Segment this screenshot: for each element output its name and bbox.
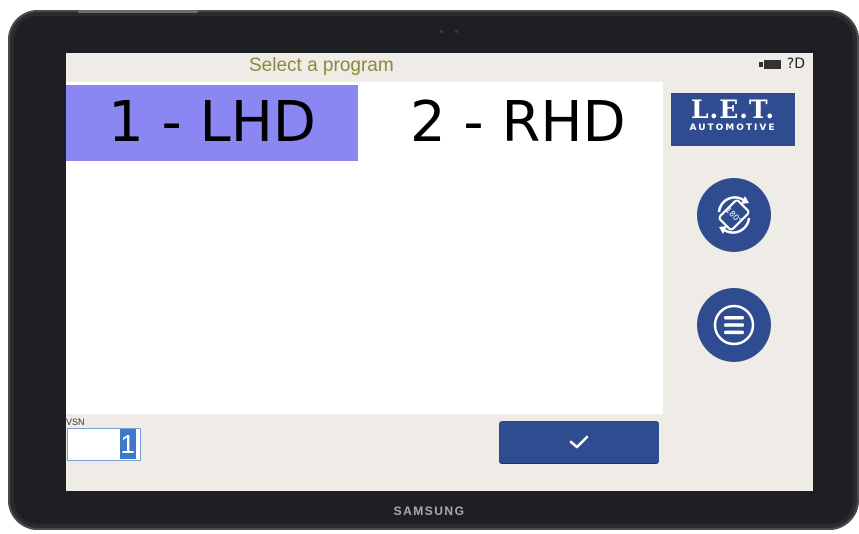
page-title: Select a program <box>249 55 394 76</box>
logo-main-text: L.E.T. <box>690 95 776 124</box>
front-camera <box>455 30 458 33</box>
company-logo: L.E.T. AUTOMOTIVE <box>671 93 795 146</box>
vsn-input[interactable]: 1 <box>67 428 141 461</box>
status-text: ?D <box>786 56 805 72</box>
device-brand: SAMSUNG <box>393 504 466 518</box>
menu-button[interactable] <box>697 288 771 362</box>
status-bar: ?D <box>758 56 805 72</box>
hamburger-menu-icon <box>713 304 755 346</box>
rotate-180-button[interactable]: 180° <box>697 178 771 252</box>
app-screen: Select a program ?D 1 - LHD 2 - RHD L.E.… <box>66 53 813 491</box>
rotate-180-icon: 180° <box>717 196 751 234</box>
battery-icon <box>758 59 781 69</box>
vsn-value: 1 <box>119 429 136 459</box>
check-icon <box>569 435 589 449</box>
vsn-label: VSN <box>66 417 85 427</box>
power-button <box>78 10 198 13</box>
program-option-lhd[interactable]: 1 - LHD <box>66 85 358 161</box>
logo-sub-text: AUTOMOTIVE <box>689 123 777 133</box>
program-list: 1 - LHD 2 - RHD <box>66 82 663 414</box>
confirm-button[interactable] <box>499 421 659 463</box>
program-option-rhd[interactable]: 2 - RHD <box>410 85 660 161</box>
front-sensor <box>440 30 443 33</box>
